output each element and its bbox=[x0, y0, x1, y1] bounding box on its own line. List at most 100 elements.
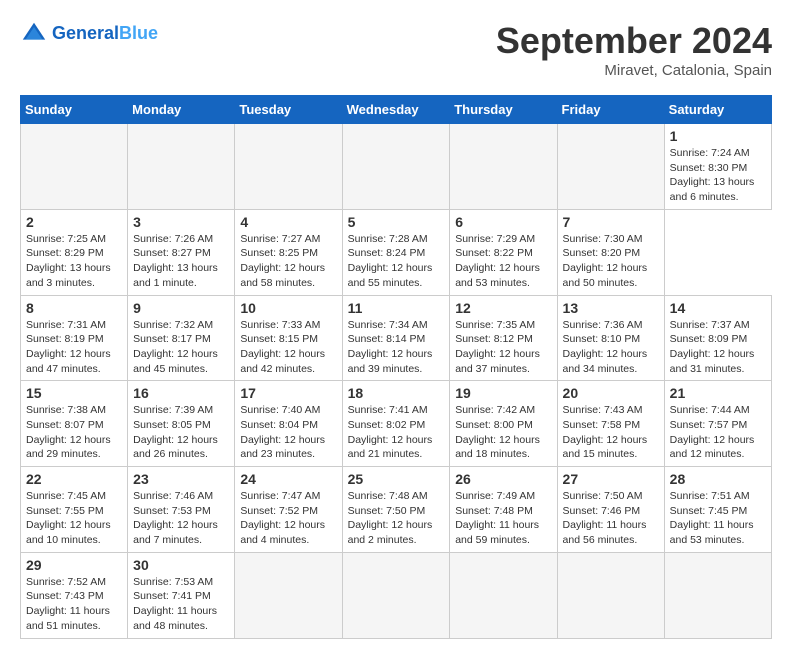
empty-cell bbox=[235, 552, 342, 638]
day-cell-3: 3Sunrise: 7:26 AMSunset: 8:27 PMDaylight… bbox=[128, 209, 235, 295]
day-number: 10 bbox=[240, 300, 336, 316]
empty-cell bbox=[128, 124, 235, 210]
empty-cell bbox=[21, 124, 128, 210]
day-info: Sunrise: 7:40 AMSunset: 8:04 PMDaylight:… bbox=[240, 403, 336, 462]
day-cell-11: 11Sunrise: 7:34 AMSunset: 8:14 PMDayligh… bbox=[342, 295, 450, 381]
day-cell-21: 21Sunrise: 7:44 AMSunset: 7:57 PMDayligh… bbox=[664, 381, 771, 467]
month-title: September 2024 bbox=[496, 20, 772, 62]
day-info: Sunrise: 7:41 AMSunset: 8:02 PMDaylight:… bbox=[348, 403, 445, 462]
week-row-4: 15Sunrise: 7:38 AMSunset: 8:07 PMDayligh… bbox=[21, 381, 772, 467]
empty-cell bbox=[342, 124, 450, 210]
empty-cell bbox=[450, 124, 557, 210]
day-info: Sunrise: 7:37 AMSunset: 8:09 PMDaylight:… bbox=[670, 318, 766, 377]
week-row-2: 2 Sunrise: 7:25 AMSunset: 8:29 PMDaylight… bbox=[21, 209, 772, 295]
week-row-6: 29 Sunrise: 7:52 AMSunset: 7:43 PMDayligh… bbox=[21, 552, 772, 638]
day-info: Sunrise: 7:25 AMSunset: 8:29 PMDaylight:… bbox=[26, 232, 122, 291]
day-info: Sunrise: 7:31 AMSunset: 8:19 PMDaylight:… bbox=[26, 318, 122, 377]
column-header-monday: Monday bbox=[128, 96, 235, 124]
day-cell-29: 29 Sunrise: 7:52 AMSunset: 7:43 PMDayligh… bbox=[21, 552, 128, 638]
day-info: Sunrise: 7:39 AMSunset: 8:05 PMDaylight:… bbox=[133, 403, 229, 462]
day-info: Sunrise: 7:29 AMSunset: 8:22 PMDaylight:… bbox=[455, 232, 551, 291]
day-number: 23 bbox=[133, 471, 229, 487]
day-number: 11 bbox=[348, 300, 445, 316]
week-row-3: 8 Sunrise: 7:31 AMSunset: 8:19 PMDaylight… bbox=[21, 295, 772, 381]
day-cell-4: 4 Sunrise: 7:27 AMSunset: 8:25 PMDaylight… bbox=[235, 209, 342, 295]
day-info: Sunrise: 7:43 AMSunset: 7:58 PMDaylight:… bbox=[563, 403, 659, 462]
calendar-body: 1 Sunrise: 7:24 AMSunset: 8:30 PMDaylight… bbox=[21, 124, 772, 639]
day-info: Sunrise: 7:47 AMSunset: 7:52 PMDaylight:… bbox=[240, 489, 336, 548]
day-number: 22 bbox=[26, 471, 122, 487]
day-cell-27: 27Sunrise: 7:50 AMSunset: 7:46 PMDayligh… bbox=[557, 467, 664, 553]
day-cell-1: 1 Sunrise: 7:24 AMSunset: 8:30 PMDaylight… bbox=[664, 124, 771, 210]
title-block: September 2024 Miravet, Catalonia, Spain bbox=[496, 20, 772, 79]
day-cell-13: 13Sunrise: 7:36 AMSunset: 8:10 PMDayligh… bbox=[557, 295, 664, 381]
day-number: 12 bbox=[455, 300, 551, 316]
day-cell-25: 25 Sunrise: 7:48 AMSunset: 7:50 PMDayligh… bbox=[342, 467, 450, 553]
day-number: 21 bbox=[670, 385, 766, 401]
empty-cell bbox=[664, 552, 771, 638]
day-number: 9 bbox=[133, 300, 229, 316]
column-header-saturday: Saturday bbox=[664, 96, 771, 124]
day-cell-8: 8 Sunrise: 7:31 AMSunset: 8:19 PMDaylight… bbox=[21, 295, 128, 381]
day-cell-19: 19Sunrise: 7:42 AMSunset: 8:00 PMDayligh… bbox=[450, 381, 557, 467]
day-cell-18: 18 Sunrise: 7:41 AMSunset: 8:02 PMDayligh… bbox=[342, 381, 450, 467]
day-cell-23: 23 Sunrise: 7:46 AMSunset: 7:53 PMDayligh… bbox=[128, 467, 235, 553]
day-cell-24: 24 Sunrise: 7:47 AMSunset: 7:52 PMDayligh… bbox=[235, 467, 342, 553]
column-header-tuesday: Tuesday bbox=[235, 96, 342, 124]
day-cell-26: 26 Sunrise: 7:49 AMSunset: 7:48 PMDayligh… bbox=[450, 467, 557, 553]
day-cell-15: 15Sunrise: 7:38 AMSunset: 8:07 PMDayligh… bbox=[21, 381, 128, 467]
location: Miravet, Catalonia, Spain bbox=[496, 62, 772, 79]
column-header-wednesday: Wednesday bbox=[342, 96, 450, 124]
day-cell-20: 20 Sunrise: 7:43 AMSunset: 7:58 PMDayligh… bbox=[557, 381, 664, 467]
day-number: 6 bbox=[455, 214, 551, 230]
day-info: Sunrise: 7:27 AMSunset: 8:25 PMDaylight:… bbox=[240, 232, 336, 291]
day-cell-6: 6 Sunrise: 7:29 AMSunset: 8:22 PMDaylight… bbox=[450, 209, 557, 295]
day-number: 3 bbox=[133, 214, 229, 230]
day-cell-12: 12Sunrise: 7:35 AMSunset: 8:12 PMDayligh… bbox=[450, 295, 557, 381]
day-number: 24 bbox=[240, 471, 336, 487]
day-number: 15 bbox=[26, 385, 122, 401]
day-number: 14 bbox=[670, 300, 766, 316]
day-info: Sunrise: 7:49 AMSunset: 7:48 PMDaylight:… bbox=[455, 489, 551, 548]
logo-blue: Blue bbox=[119, 23, 158, 43]
week-row-5: 22Sunrise: 7:45 AMSunset: 7:55 PMDayligh… bbox=[21, 467, 772, 553]
day-info: Sunrise: 7:32 AMSunset: 8:17 PMDaylight:… bbox=[133, 318, 229, 377]
logo-general: General bbox=[52, 23, 119, 43]
day-number: 1 bbox=[670, 128, 766, 144]
day-number: 18 bbox=[348, 385, 445, 401]
day-cell-22: 22Sunrise: 7:45 AMSunset: 7:55 PMDayligh… bbox=[21, 467, 128, 553]
day-cell-7: 7Sunrise: 7:30 AMSunset: 8:20 PMDaylight… bbox=[557, 209, 664, 295]
day-cell-30: 30Sunrise: 7:53 AMSunset: 7:41 PMDayligh… bbox=[128, 552, 235, 638]
day-cell-14: 14 Sunrise: 7:37 AMSunset: 8:09 PMDayligh… bbox=[664, 295, 771, 381]
day-number: 26 bbox=[455, 471, 551, 487]
day-number: 13 bbox=[563, 300, 659, 316]
day-info: Sunrise: 7:24 AMSunset: 8:30 PMDaylight:… bbox=[670, 146, 766, 205]
day-info: Sunrise: 7:52 AMSunset: 7:43 PMDaylight:… bbox=[26, 575, 122, 634]
day-number: 20 bbox=[563, 385, 659, 401]
logo: GeneralBlue bbox=[20, 20, 158, 48]
day-number: 4 bbox=[240, 214, 336, 230]
day-number: 2 bbox=[26, 214, 122, 230]
day-cell-9: 9 Sunrise: 7:32 AMSunset: 8:17 PMDaylight… bbox=[128, 295, 235, 381]
empty-cell bbox=[342, 552, 450, 638]
column-header-friday: Friday bbox=[557, 96, 664, 124]
day-number: 7 bbox=[563, 214, 659, 230]
logo-icon bbox=[20, 20, 48, 48]
day-cell-28: 28Sunrise: 7:51 AMSunset: 7:45 PMDayligh… bbox=[664, 467, 771, 553]
day-cell-17: 17 Sunrise: 7:40 AMSunset: 8:04 PMDayligh… bbox=[235, 381, 342, 467]
day-number: 27 bbox=[563, 471, 659, 487]
day-number: 29 bbox=[26, 557, 122, 573]
day-number: 17 bbox=[240, 385, 336, 401]
day-info: Sunrise: 7:28 AMSunset: 8:24 PMDaylight:… bbox=[348, 232, 445, 291]
day-number: 8 bbox=[26, 300, 122, 316]
day-number: 25 bbox=[348, 471, 445, 487]
day-info: Sunrise: 7:46 AMSunset: 7:53 PMDaylight:… bbox=[133, 489, 229, 548]
empty-cell bbox=[557, 124, 664, 210]
day-number: 28 bbox=[670, 471, 766, 487]
column-header-thursday: Thursday bbox=[450, 96, 557, 124]
empty-cell bbox=[450, 552, 557, 638]
day-info: Sunrise: 7:48 AMSunset: 7:50 PMDaylight:… bbox=[348, 489, 445, 548]
day-number: 19 bbox=[455, 385, 551, 401]
day-cell-5: 5Sunrise: 7:28 AMSunset: 8:24 PMDaylight… bbox=[342, 209, 450, 295]
day-info: Sunrise: 7:33 AMSunset: 8:15 PMDaylight:… bbox=[240, 318, 336, 377]
